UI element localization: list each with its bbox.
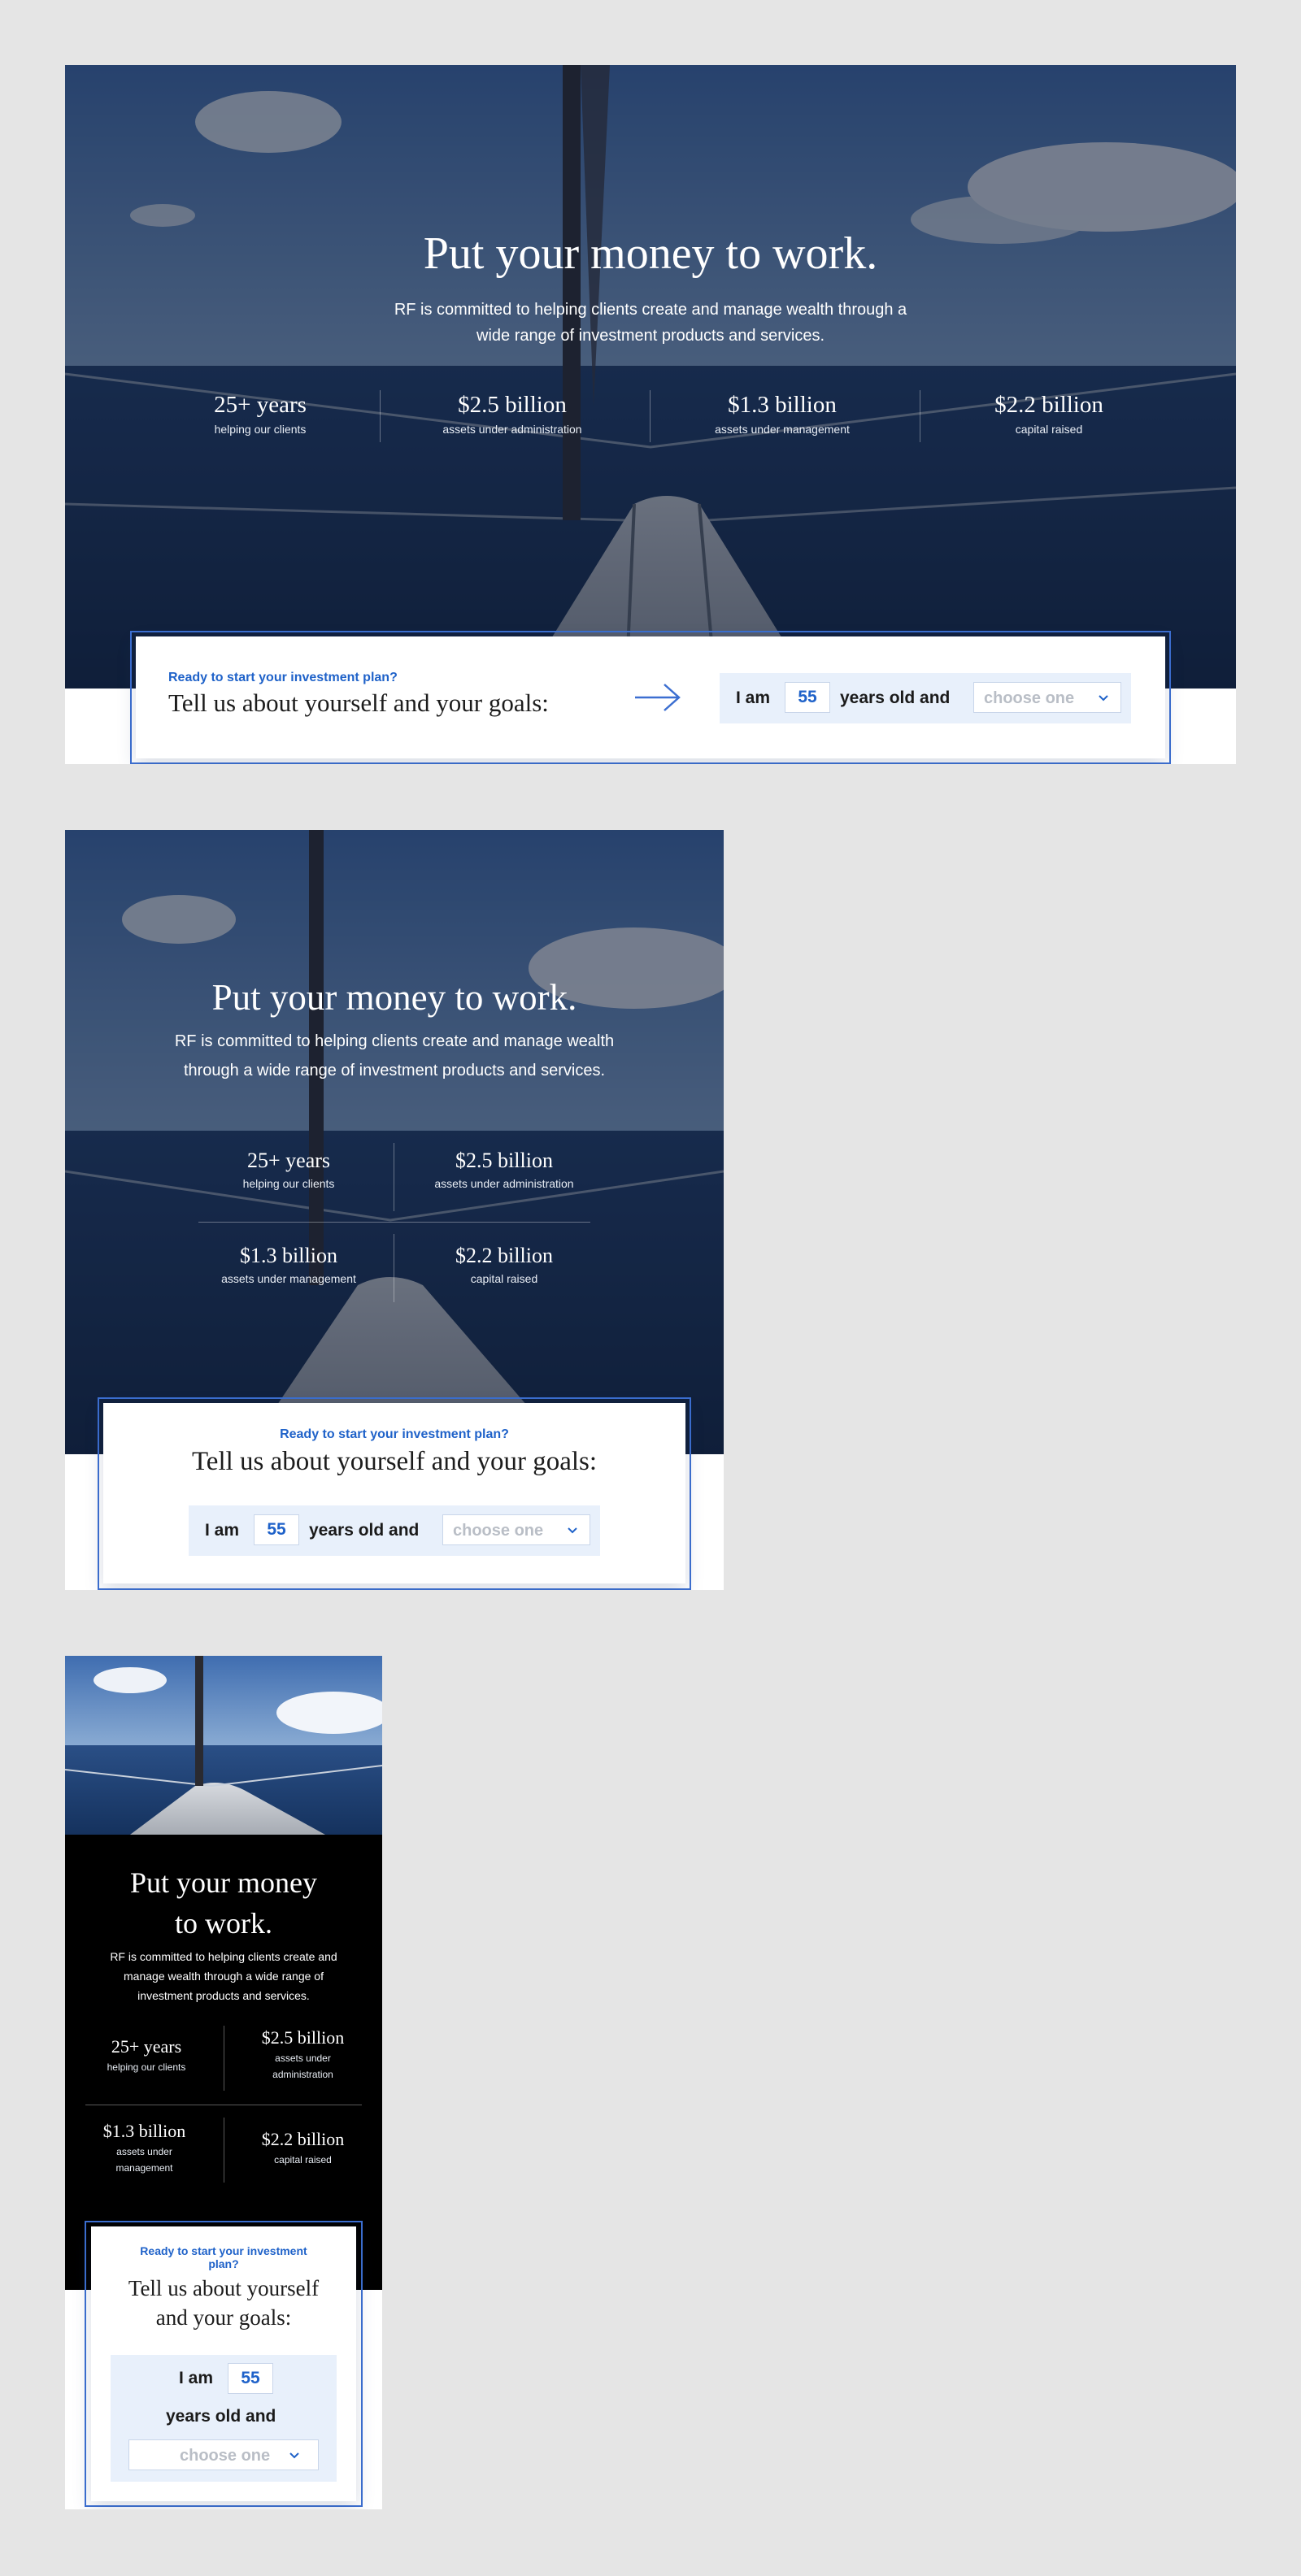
stat-divider (198, 1222, 590, 1223)
sailboat-image (65, 1656, 382, 1835)
stat-divider (380, 390, 381, 442)
stat-label: assets under administration (434, 1177, 574, 1190)
arrow-right-icon (635, 684, 681, 711)
stat-label: assets under management (221, 1272, 356, 1285)
form-prefix: I am (736, 689, 771, 707)
stat-value: 25+ years (246, 1149, 331, 1172)
mobile-frame: Put your money to work. RF is committed … (65, 1656, 382, 2509)
cta-form: I am 55 years old and choose one (720, 673, 1131, 723)
stat-label: administration (272, 2069, 333, 2080)
tablet-frame: Put your money to work. RF is committed … (65, 830, 724, 1590)
hero-overlay (65, 830, 724, 1454)
stat-value: $1.3 billion (728, 392, 837, 418)
tablet-hero: Put your money to work. RF is committed … (65, 830, 724, 1454)
desc-line: RF is committed to helping clients creat… (110, 1950, 337, 1963)
stat-label: helping our clients (107, 2061, 186, 2073)
stat-capital: $2.2 billion capital raised (407, 1242, 602, 1288)
heading-line: and your goals: (155, 2305, 292, 2330)
desktop-frame: Put your money to work. RF is committed … (65, 65, 1236, 764)
cta-heading: Tell us about yourself and your goals: (91, 2274, 356, 2332)
select-placeholder: choose one (984, 689, 1075, 707)
cta-eyebrow: Ready to start your investment plan? (280, 1427, 509, 1441)
cta-heading: Tell us about yourself and your goals: (168, 689, 549, 717)
title-line: Put your money (130, 1866, 317, 1899)
cta-form: I am 55 years old and choose one (111, 2355, 337, 2482)
title-line: to work. (175, 1907, 272, 1940)
cta-card: Ready to start your investment plan? Tel… (103, 1403, 685, 1583)
stat-value: 25+ years (214, 392, 307, 418)
stat-years: 25+ years helping our clients (179, 390, 342, 439)
cta-eyebrow: Ready to start your investment plan? (168, 671, 398, 684)
desc-line: manage wealth through a wide range of (124, 1970, 324, 1983)
cta-eyebrow: Ready to start your investment plan? (91, 2244, 356, 2270)
chevron-down-icon (1099, 695, 1108, 702)
stat-value: $2.2 billion (455, 1244, 553, 1267)
desc-line: RF is committed to helping clients creat… (394, 301, 907, 319)
stat-label: helping our clients (242, 1177, 335, 1190)
stat-years: 25+ years helping our clients (199, 1147, 378, 1192)
stat-capital: $2.2 billion capital raised (232, 2127, 374, 2168)
stat-administration: $2.5 billion assets under administration (232, 2026, 374, 2083)
stat-capital: $2.2 billion capital raised (968, 390, 1130, 439)
cta-card: Ready to start your investment plan? Tel… (136, 636, 1165, 758)
stat-administration: $2.5 billion assets under administration (423, 390, 602, 439)
stat-label: assets under (275, 2053, 331, 2064)
eyebrow-line: plan? (208, 2257, 239, 2270)
stat-management: $1.3 billion assets under management (199, 1242, 378, 1288)
form-prefix: I am (205, 1521, 240, 1540)
hero-description: RF is committed to helping clients creat… (73, 1947, 374, 2005)
stat-value: $2.5 billion (455, 1149, 553, 1172)
age-input[interactable]: 55 (785, 682, 830, 713)
desc-line: through a wide range of investment produ… (183, 1062, 606, 1079)
stat-value: $1.3 billion (102, 2121, 186, 2141)
cta-card: Ready to start your investment plan? Tel… (91, 2226, 356, 2501)
stat-label: assets under (116, 2146, 172, 2157)
stat-value: $2.5 billion (261, 2027, 345, 2048)
hero-description: RF is committed to helping clients creat… (325, 297, 976, 349)
stat-value: $2.5 billion (458, 392, 567, 418)
form-suffix: years old and (840, 689, 951, 707)
stat-label: assets under administration (442, 423, 582, 436)
stat-label: assets under management (715, 423, 850, 436)
eyebrow-line: Ready to start your investment (140, 2244, 307, 2257)
form-suffix: years old and (166, 2407, 276, 2426)
select-placeholder: choose one (180, 2447, 271, 2465)
hero-overlay (65, 65, 1236, 689)
goal-select[interactable]: choose one (128, 2439, 319, 2470)
stat-label: helping our clients (214, 423, 307, 436)
stat-label: management (115, 2162, 173, 2174)
form-suffix: years old and (309, 1521, 420, 1540)
age-input[interactable]: 55 (254, 1514, 299, 1545)
stat-management: $1.3 billion assets under management (73, 2119, 215, 2176)
stat-years: 25+ years helping our clients (77, 2035, 215, 2075)
age-input[interactable]: 55 (228, 2363, 273, 2394)
desc-line: investment products and services. (137, 1989, 310, 2002)
page-title: Put your money to work. (65, 1862, 382, 1944)
cta-heading: Tell us about yourself and your goals: (191, 1447, 598, 1476)
desktop-hero: Put your money to work. RF is committed … (65, 65, 1236, 689)
chevron-down-icon (568, 1527, 577, 1534)
cta-form: I am 55 years old and choose one (189, 1505, 600, 1556)
stat-administration: $2.5 billion assets under administration (407, 1147, 602, 1192)
select-placeholder: choose one (453, 1522, 544, 1540)
stat-label: capital raised (1015, 423, 1083, 436)
chevron-down-icon (289, 2452, 299, 2459)
page-title: Put your money to work. (211, 977, 577, 1018)
stat-value: 25+ years (111, 2036, 182, 2057)
stat-value: $2.2 billion (261, 2129, 345, 2149)
goal-select[interactable]: choose one (973, 682, 1121, 713)
form-prefix: I am (179, 2369, 214, 2387)
desc-line: wide range of investment products and se… (476, 327, 825, 345)
stat-label: capital raised (274, 2154, 332, 2165)
heading-line: Tell us about yourself (128, 2276, 320, 2300)
goal-select[interactable]: choose one (442, 1514, 590, 1545)
stat-value: $1.3 billion (240, 1244, 337, 1267)
hero-description: RF is committed to helping clients creat… (98, 1027, 691, 1085)
desc-line: RF is committed to helping clients creat… (174, 1032, 615, 1050)
stat-value: $2.2 billion (994, 392, 1103, 418)
stat-management: $1.3 billion assets under management (693, 390, 872, 439)
stat-label: capital raised (470, 1272, 538, 1285)
page-title: Put your money to work. (423, 228, 878, 279)
